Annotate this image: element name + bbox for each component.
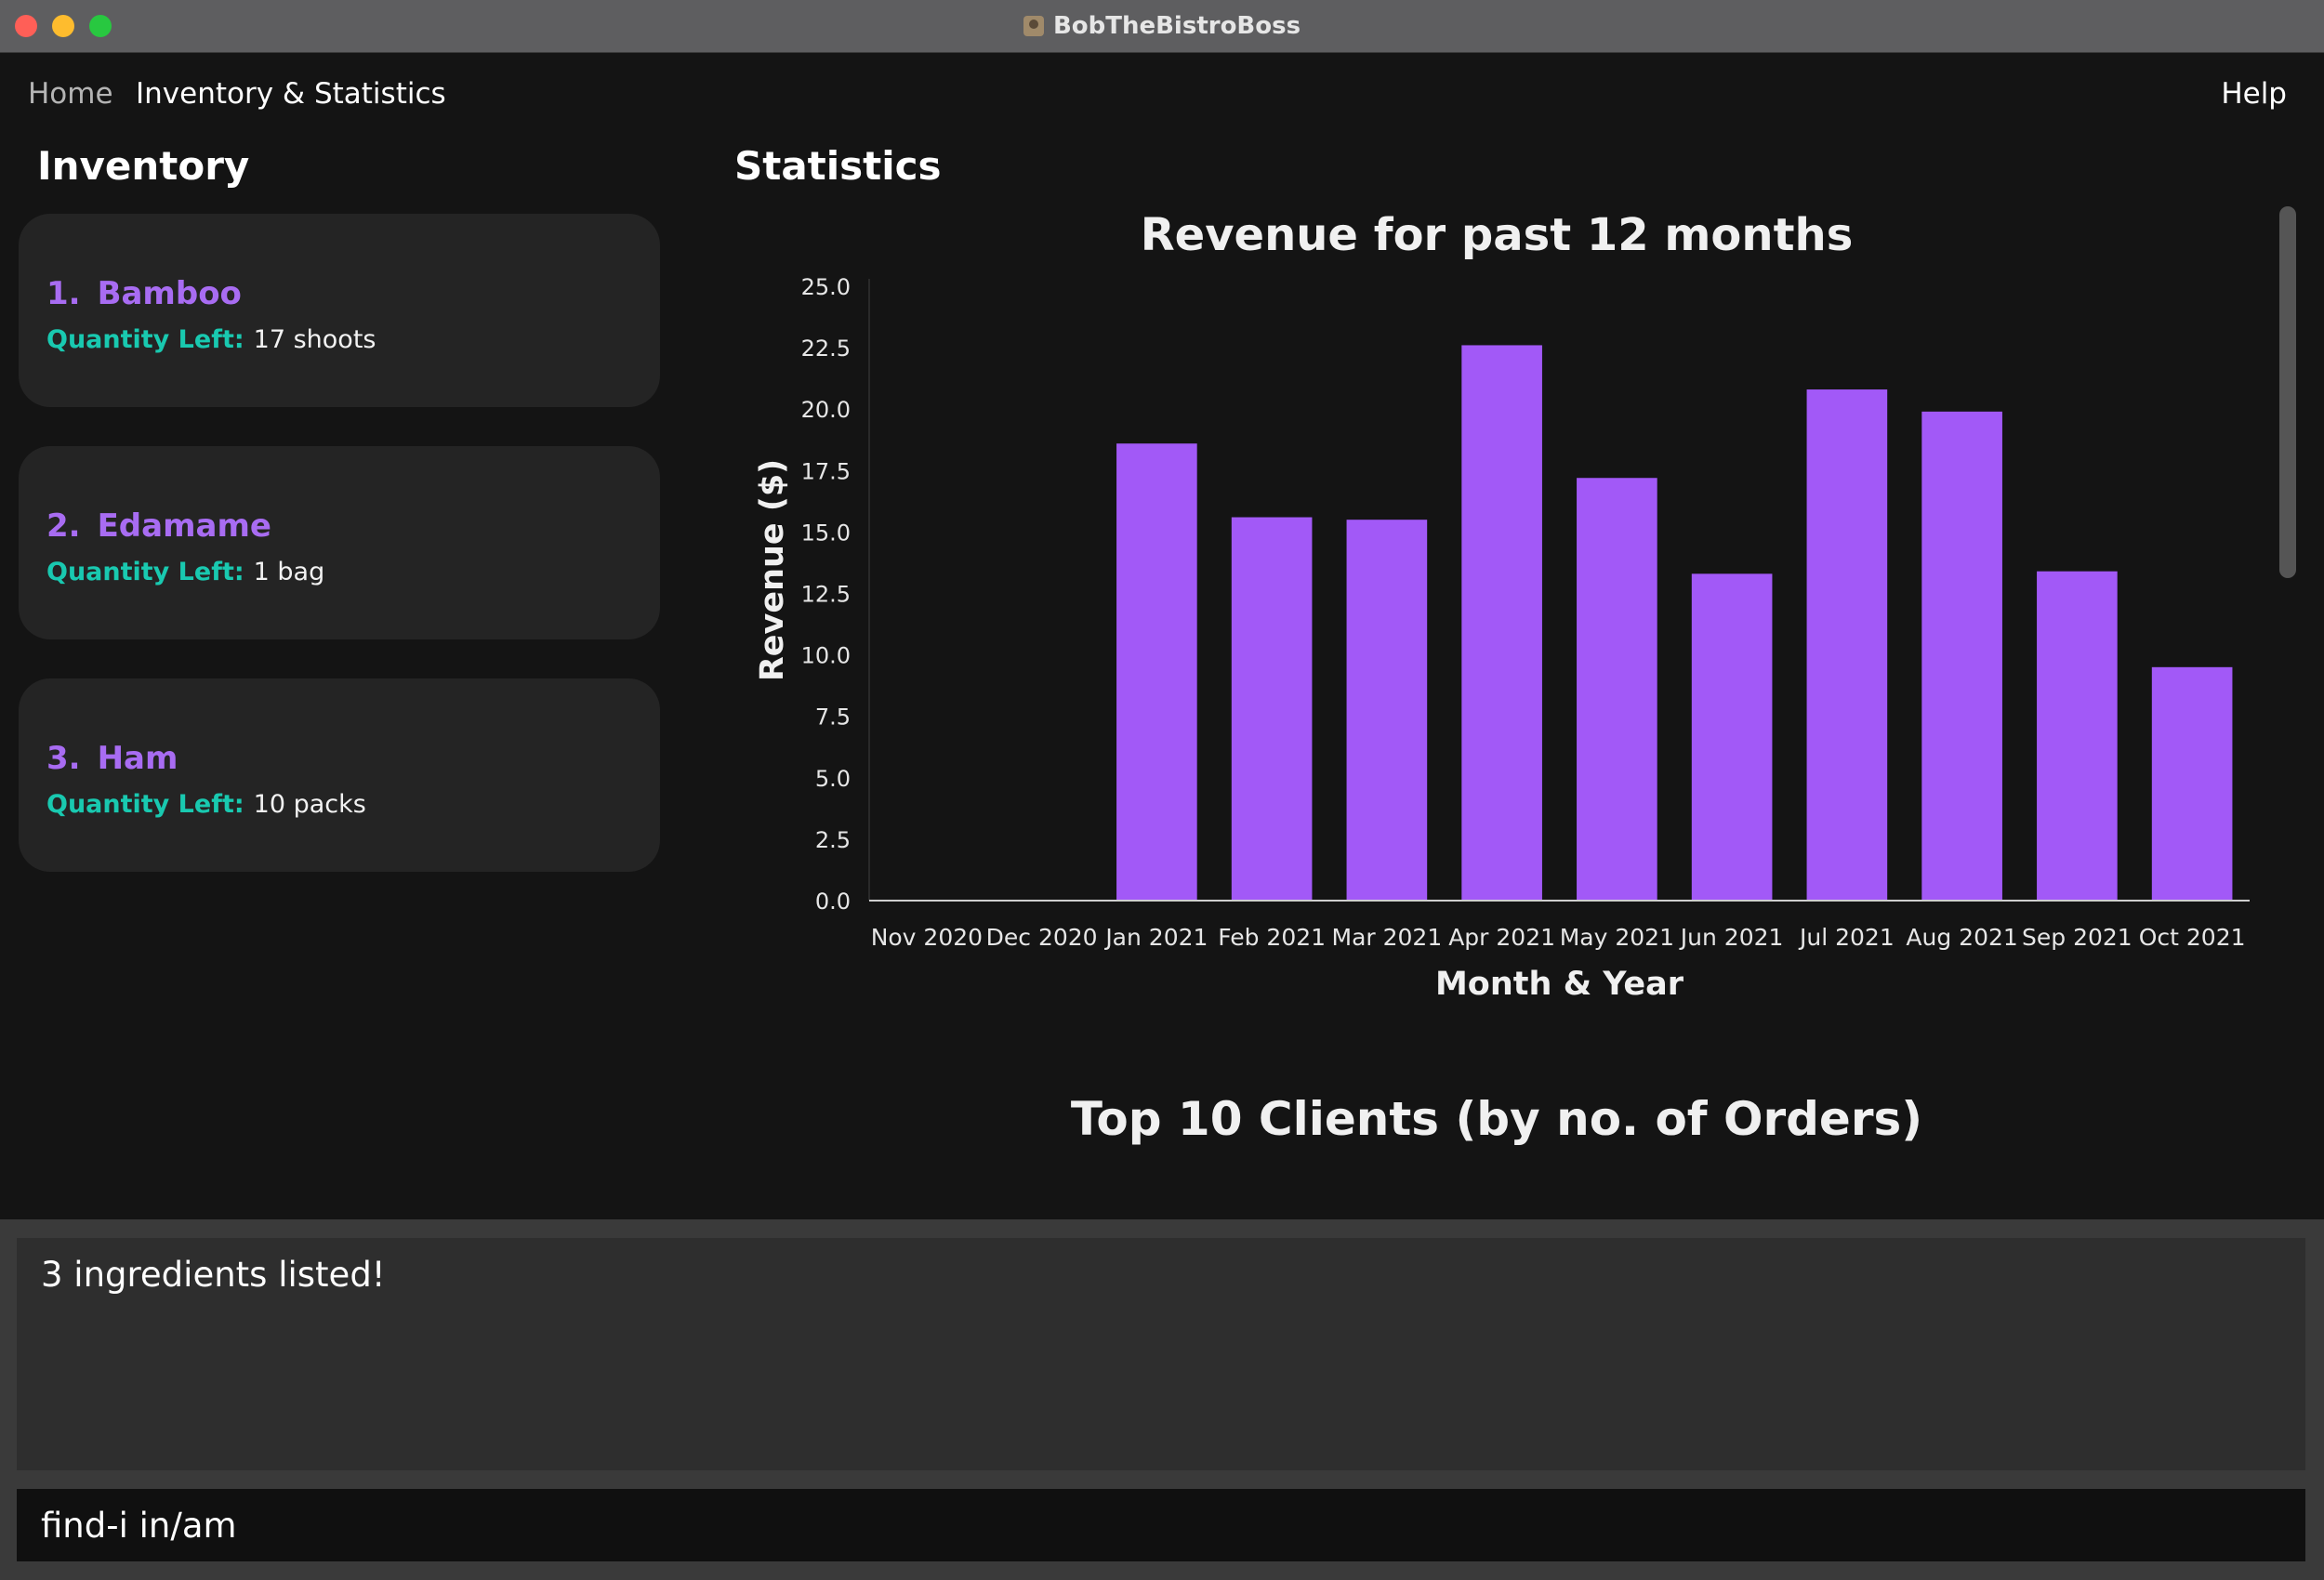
ingredient-name-text: Bamboo — [97, 275, 242, 312]
y-tick-label: 15.0 — [801, 520, 851, 546]
x-tick-label: Jun 2021 — [1679, 924, 1784, 951]
ingredient-index: 1. — [46, 275, 81, 312]
y-tick-label: 12.5 — [801, 582, 851, 608]
y-tick-label: 0.0 — [815, 889, 851, 915]
statistics-scrollbar[interactable] — [2279, 206, 2296, 578]
x-tick-label: Jul 2021 — [1798, 924, 1895, 951]
x-tick-label: Feb 2021 — [1218, 924, 1326, 951]
ingredient-name-text: Edamame — [97, 507, 271, 545]
quantity-label: Quantity Left: — [46, 558, 244, 586]
ingredient-name: 1. Bamboo — [46, 275, 242, 312]
revenue-bar-chart: 0.0 2.5 5.0 7.5 10.0 12.5 15.0 17.5 20.0 22.5 25.0… — [754, 274, 2250, 1003]
x-tick-label: Jan 2021 — [1103, 924, 1208, 951]
bar — [1577, 478, 1657, 901]
ingredient-name: 2. Edamame — [46, 507, 271, 545]
y-tick-label: 25.0 — [801, 274, 851, 300]
x-axis-label: Month & Year — [1435, 966, 1684, 1003]
ingredient-index: 2. — [46, 507, 81, 545]
y-tick-label: 5.0 — [815, 766, 851, 792]
window-title-text: BobTheBistroBoss — [1052, 12, 1301, 40]
x-tick-label: Aug 2021 — [1906, 924, 2017, 951]
bar — [1461, 345, 1542, 901]
x-tick-label: Oct 2021 — [2139, 924, 2246, 951]
x-tick-label: Nov 2020 — [871, 924, 983, 951]
y-tick-label: 17.5 — [801, 458, 851, 484]
inventory-card[interactable]: 3. Ham Quantity Left: 10 packs — [19, 678, 660, 872]
quantity-value: 17 shoots — [253, 325, 376, 354]
bar — [2151, 666, 2233, 901]
quantity-value: 1 bag — [253, 558, 325, 586]
window-title-bar: BobTheBistroBoss — [0, 0, 2324, 53]
inventory-card[interactable]: 1. Bamboo Quantity Left: 17 shoots — [19, 214, 660, 407]
menu-bar: Home Inventory & Statistics Help — [0, 53, 2324, 135]
inventory-title: Inventory — [37, 143, 250, 189]
ingredient-name: 3. Ham — [46, 740, 178, 777]
bar — [1346, 520, 1428, 901]
y-tick-label: 10.0 — [801, 643, 851, 669]
ingredient-quantity: Quantity Left: 10 packs — [46, 790, 366, 819]
x-tick-label: Dec 2020 — [986, 924, 1098, 951]
x-tick-label: Apr 2021 — [1448, 924, 1555, 951]
y-tick-label: 2.5 — [815, 827, 851, 853]
x-tick-label: Mar 2021 — [1332, 924, 1443, 951]
app-icon — [1023, 16, 1044, 36]
ingredient-name-text: Ham — [97, 740, 178, 777]
quantity-value: 10 packs — [253, 790, 366, 819]
bar — [2037, 571, 2118, 901]
result-display: 3 ingredients listed! — [17, 1238, 2305, 1470]
bar — [1231, 517, 1313, 901]
quantity-label: Quantity Left: — [46, 790, 244, 819]
inventory-card[interactable]: 2. Edamame Quantity Left: 1 bag — [19, 446, 660, 639]
bar — [1806, 389, 1888, 902]
statistics-title: Statistics — [734, 143, 942, 189]
y-tick-label: 20.0 — [801, 397, 851, 423]
menu-help[interactable]: Help — [2221, 77, 2287, 111]
y-tick-label: 22.5 — [801, 336, 851, 362]
bar — [1116, 443, 1197, 901]
bar — [1921, 411, 2002, 901]
x-tick-label: Sep 2021 — [2022, 924, 2133, 951]
command-input[interactable] — [17, 1489, 2305, 1561]
window-title: BobTheBistroBoss — [0, 0, 2324, 52]
y-tick-label: 7.5 — [815, 704, 851, 731]
bar — [1691, 573, 1773, 901]
menu-home[interactable]: Home — [28, 77, 113, 111]
top-clients-chart-title: Top 10 Clients (by no. of Orders) — [1070, 1092, 1923, 1146]
y-axis-label: Revenue ($) — [754, 459, 791, 681]
ingredient-index: 3. — [46, 740, 81, 777]
quantity-label: Quantity Left: — [46, 325, 244, 354]
ingredient-quantity: Quantity Left: 17 shoots — [46, 325, 376, 354]
ingredient-quantity: Quantity Left: 1 bag — [46, 558, 324, 586]
menu-inventory-statistics[interactable]: Inventory & Statistics — [136, 77, 446, 111]
result-display-text: 3 ingredients listed! — [41, 1255, 386, 1295]
x-tick-label: May 2021 — [1560, 924, 1674, 951]
